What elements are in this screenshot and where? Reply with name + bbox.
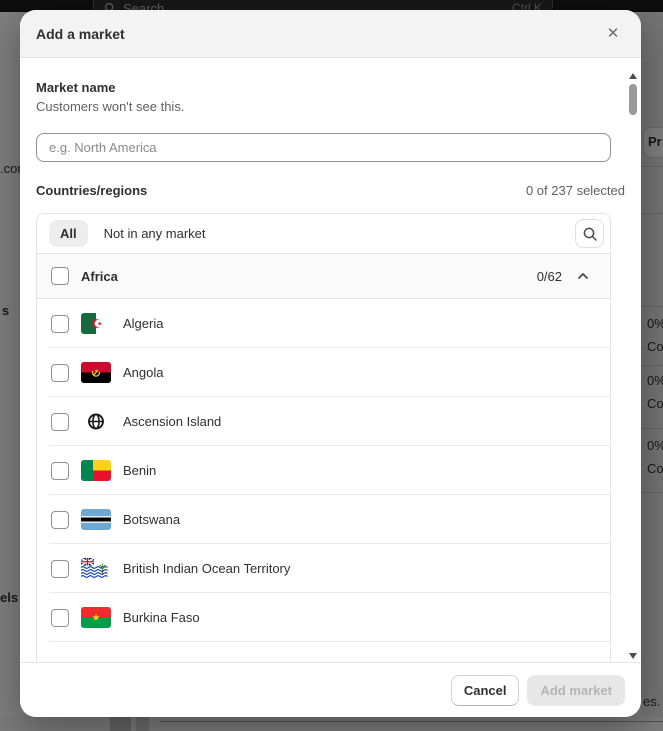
flag-bj-icon bbox=[81, 460, 111, 481]
country-row[interactable]: Benin bbox=[37, 446, 610, 495]
flag-bw-icon bbox=[81, 509, 111, 530]
countries-regions-label: Countries/regions bbox=[36, 183, 147, 198]
country-checkbox[interactable] bbox=[51, 413, 69, 431]
country-name: British Indian Ocean Territory bbox=[123, 561, 290, 576]
scroll-up-arrow-icon[interactable] bbox=[628, 72, 638, 80]
country-row[interactable]: Ascension Island bbox=[37, 397, 610, 446]
country-row[interactable]: Burkina Faso bbox=[37, 593, 610, 642]
country-row[interactable]: Botswana bbox=[37, 495, 610, 544]
scroll-down-arrow-icon[interactable] bbox=[628, 652, 638, 660]
flag-ao-icon bbox=[81, 362, 111, 383]
modal-header: Add a market ✕ bbox=[20, 10, 641, 58]
modal-title: Add a market bbox=[36, 26, 125, 42]
country-row[interactable]: Angola bbox=[37, 348, 610, 397]
group-row-africa[interactable]: Africa 0/62 bbox=[37, 254, 610, 299]
country-checkbox[interactable] bbox=[51, 364, 69, 382]
country-checkbox[interactable] bbox=[51, 315, 69, 333]
add-market-button[interactable]: Add market bbox=[527, 675, 625, 706]
group-selected-count: 0/62 bbox=[537, 269, 562, 284]
country-checkbox[interactable] bbox=[51, 462, 69, 480]
filter-tab-not-in-any-market[interactable]: Not in any market bbox=[104, 226, 206, 241]
country-row[interactable]: Algeria bbox=[37, 299, 610, 348]
market-name-help: Customers won't see this. bbox=[36, 99, 625, 114]
countries-list: All Not in any market Africa 0/62 bbox=[36, 213, 611, 662]
country-name: Botswana bbox=[123, 512, 180, 527]
group-name: Africa bbox=[81, 269, 118, 284]
modal-scrollbar[interactable] bbox=[627, 68, 639, 672]
country-checkbox[interactable] bbox=[51, 511, 69, 529]
chevron-up-icon[interactable] bbox=[576, 269, 590, 283]
modal-body: Market name Customers won't see this. Co… bbox=[20, 58, 641, 662]
country-name: Angola bbox=[123, 365, 163, 380]
cancel-button[interactable]: Cancel bbox=[451, 675, 520, 706]
country-rows-container: Algeria Angola Ascension Island Benin Bo… bbox=[37, 299, 610, 642]
flag-dz-icon bbox=[81, 313, 111, 334]
country-checkbox[interactable] bbox=[51, 609, 69, 627]
flag-io-icon bbox=[81, 558, 111, 579]
flag-ac-icon bbox=[81, 411, 111, 432]
flag-bf-icon bbox=[81, 607, 111, 628]
scrollbar-thumb[interactable] bbox=[629, 84, 637, 115]
market-name-input[interactable] bbox=[36, 133, 611, 162]
search-icon bbox=[582, 226, 598, 242]
filter-tab-all[interactable]: All bbox=[49, 220, 88, 247]
country-checkbox[interactable] bbox=[51, 560, 69, 578]
close-icon[interactable]: ✕ bbox=[601, 22, 625, 46]
modal-footer: Cancel Add market bbox=[20, 662, 641, 717]
country-name: Benin bbox=[123, 463, 156, 478]
countries-search-button[interactable] bbox=[575, 219, 604, 248]
country-row[interactable]: British Indian Ocean Territory bbox=[37, 544, 610, 593]
add-market-modal: Add a market ✕ Market name Customers won… bbox=[20, 10, 641, 717]
selected-count: 0 of 237 selected bbox=[526, 183, 625, 198]
country-name: Algeria bbox=[123, 316, 163, 331]
market-name-label: Market name bbox=[36, 80, 625, 95]
country-name: Ascension Island bbox=[123, 414, 221, 429]
group-checkbox-africa[interactable] bbox=[51, 267, 69, 285]
country-name: Burkina Faso bbox=[123, 610, 200, 625]
countries-filter-bar: All Not in any market bbox=[37, 214, 610, 254]
